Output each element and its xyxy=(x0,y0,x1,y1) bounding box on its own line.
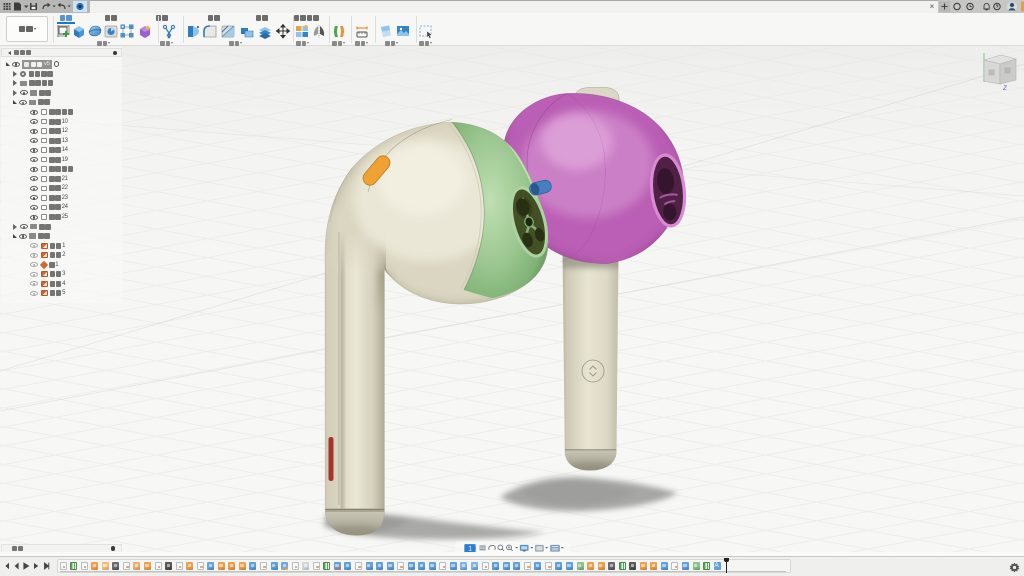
svg-text:z: z xyxy=(1002,83,1007,92)
